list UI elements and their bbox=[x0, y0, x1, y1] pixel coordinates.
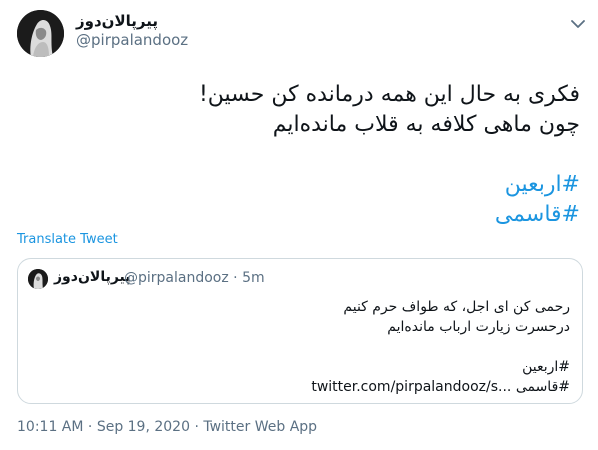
quoted-hashtag: #اربعین bbox=[522, 359, 570, 375]
quoted-hashtag: #قاسمی bbox=[515, 379, 570, 395]
separator-dot: · bbox=[87, 419, 93, 435]
quoted-time[interactable]: 5m bbox=[242, 270, 265, 286]
tweet-meta: 10:11 AM · Sep 19, 2020 · Twitter Web Ap… bbox=[17, 419, 317, 435]
tweet-line: فکری به حال این همه درمانده کن حسین! bbox=[198, 82, 580, 107]
quoted-last-line: #قاسمی twitter.com/pirpalandooz/s... bbox=[30, 377, 570, 397]
tweet-time[interactable]: 10:11 AM bbox=[17, 419, 83, 435]
tweet-source[interactable]: Twitter Web App bbox=[203, 419, 317, 435]
separator-dot: · bbox=[233, 270, 238, 286]
quoted-line: رحمی کن ای اجل، که طواف حرم کنیم bbox=[343, 299, 570, 315]
quoted-tweet-card[interactable]: پیرپالان‌دوز @pirpalandooz · 5m رحمی کن … bbox=[17, 258, 583, 404]
hashtag-link[interactable]: #قاسمی bbox=[20, 200, 580, 230]
quoted-tweet-text: رحمی کن ای اجل، که طواف حرم کنیم درحسرت … bbox=[30, 297, 570, 397]
hashtag-link[interactable]: #اربعین bbox=[20, 170, 580, 200]
quoted-meta: @pirpalandooz · 5m bbox=[124, 270, 265, 286]
quoted-line: درحسرت زیارت ارباب مانده‌ایم bbox=[387, 319, 570, 335]
separator-dot: · bbox=[194, 419, 199, 435]
quoted-display-name[interactable]: پیرپالان‌دوز bbox=[54, 269, 131, 285]
display-name[interactable]: پیرپالان‌دوز bbox=[76, 12, 158, 30]
tweet-text: فکری به حال این همه درمانده کن حسین! چون… bbox=[20, 80, 580, 230]
avatar[interactable] bbox=[17, 10, 64, 57]
user-handle[interactable]: @pirpalandooz bbox=[76, 31, 188, 49]
quoted-handle[interactable]: @pirpalandooz bbox=[124, 270, 229, 286]
chevron-down-icon[interactable] bbox=[571, 14, 585, 28]
translate-tweet-link[interactable]: Translate Tweet bbox=[17, 232, 118, 247]
tweet-line: چون ماهی کلافه به قلاب مانده‌ایم bbox=[272, 112, 580, 137]
quoted-avatar[interactable] bbox=[28, 269, 48, 289]
quoted-link: twitter.com/pirpalandooz/s... bbox=[311, 379, 512, 395]
tweet-date[interactable]: Sep 19, 2020 bbox=[97, 419, 190, 435]
